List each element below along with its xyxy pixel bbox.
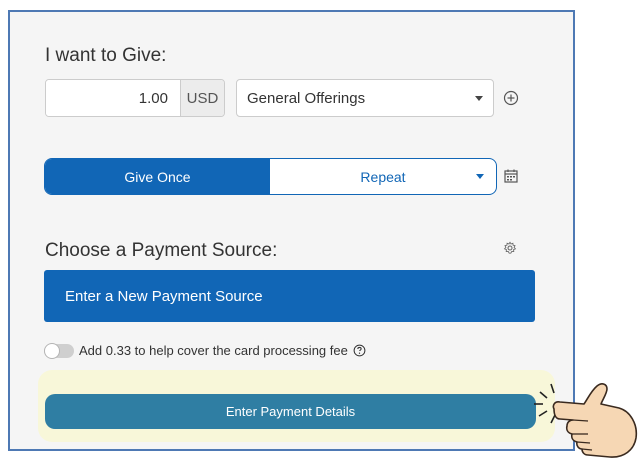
repeat-label: Repeat xyxy=(360,168,406,185)
processing-fee-row: Add 0.33 to help cover the card processi… xyxy=(44,342,366,359)
give-once-option[interactable]: Give Once xyxy=(45,159,270,194)
chevron-down-icon xyxy=(475,96,483,101)
question-circle-icon[interactable] xyxy=(353,344,366,357)
calendar-icon[interactable] xyxy=(502,167,520,185)
amount-field: USD xyxy=(45,79,225,117)
new-payment-source-button[interactable]: Enter a New Payment Source xyxy=(44,270,535,322)
fee-toggle-knob xyxy=(44,342,60,359)
chevron-down-icon xyxy=(476,174,484,179)
fee-toggle[interactable] xyxy=(44,342,74,359)
fund-select[interactable]: General Offerings xyxy=(236,79,494,117)
repeat-option[interactable]: Repeat xyxy=(270,159,496,194)
plus-circle-icon[interactable] xyxy=(502,89,520,107)
payment-source-heading: Choose a Payment Source: xyxy=(45,240,278,261)
fund-select-value: General Offerings xyxy=(247,89,366,107)
enter-payment-details-button[interactable]: Enter Payment Details xyxy=(45,394,536,429)
pointing-hand-icon xyxy=(530,378,642,463)
fee-label: Add 0.33 to help cover the card processi… xyxy=(79,343,348,358)
frequency-toggle: Give Once Repeat xyxy=(44,158,497,195)
amount-input[interactable] xyxy=(46,80,180,116)
give-heading: I want to Give: xyxy=(45,45,167,66)
currency-label: USD xyxy=(180,80,224,116)
gear-icon[interactable] xyxy=(502,240,518,256)
